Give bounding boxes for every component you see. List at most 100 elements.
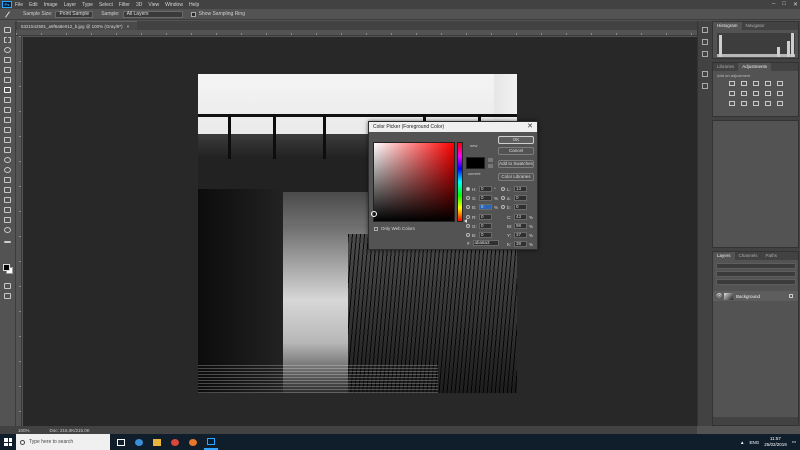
levels-icon[interactable] <box>741 81 747 86</box>
notifications-icon[interactable]: ▭ <box>792 439 796 445</box>
pen-tool-icon[interactable] <box>4 177 12 184</box>
zoom-tool-icon[interactable] <box>4 227 12 234</box>
yellow-input[interactable]: 37 <box>514 232 527 238</box>
hue-input[interactable]: 0 <box>479 186 492 192</box>
lab-l-radio[interactable] <box>501 187 505 191</box>
maximize-button[interactable]: □ <box>782 1 786 8</box>
menu-view[interactable]: View <box>148 2 159 8</box>
menu-help[interactable]: Help <box>189 2 199 8</box>
menu-type[interactable]: Type <box>82 2 93 8</box>
close-icon[interactable]: ✕ <box>527 122 533 132</box>
menu-window[interactable]: Window <box>165 2 183 8</box>
healing-brush-tool-icon[interactable] <box>4 97 12 104</box>
document-tab[interactable]: 5321542581_a9f6a8e012_b.jpg @ 100% (Gray… <box>17 21 137 30</box>
black-white-icon[interactable] <box>753 91 759 96</box>
photoshop-taskbar-icon[interactable] <box>204 434 218 450</box>
lab-a-radio[interactable] <box>501 196 505 200</box>
only-web-colors-checkbox[interactable] <box>374 226 378 231</box>
green-input[interactable]: 0 <box>479 223 492 229</box>
selective-color-icon[interactable] <box>777 101 783 106</box>
file-explorer-icon[interactable] <box>150 434 164 450</box>
dialog-titlebar[interactable]: Color Picker (Foreground Color) ✕ <box>369 122 537 132</box>
photoshop-logo-icon[interactable]: Ps <box>2 1 12 8</box>
taskbar-search-box[interactable]: Type here to search <box>16 434 110 450</box>
menu-file[interactable]: File <box>15 2 23 8</box>
sample-size-select[interactable]: Point Sample <box>55 10 94 18</box>
paragraph-panel-icon[interactable] <box>702 71 708 77</box>
screen-mode-icon[interactable] <box>4 293 12 300</box>
layer-row-background[interactable]: 👁 Background <box>713 291 798 301</box>
channel-mixer-icon[interactable] <box>777 91 783 96</box>
start-button[interactable] <box>0 434 16 450</box>
brightness-input[interactable]: 0 <box>479 204 492 210</box>
eye-icon[interactable]: 👁 <box>716 293 722 299</box>
brightness-radio[interactable] <box>466 205 470 209</box>
firefox-icon[interactable] <box>186 434 200 450</box>
blend-mode-bar[interactable] <box>716 271 796 277</box>
exposure-icon[interactable] <box>765 81 771 86</box>
saturation-input[interactable]: 0 <box>479 195 492 201</box>
character-panel-icon[interactable] <box>702 83 708 89</box>
chrome-icon[interactable] <box>168 434 182 450</box>
quick-select-tool-icon[interactable] <box>4 57 12 64</box>
hue-saturation-icon[interactable] <box>729 91 735 96</box>
red-input[interactable]: 0 <box>479 214 492 220</box>
language-indicator[interactable]: ENG <box>749 440 759 445</box>
cyan-input[interactable]: 43 <box>514 214 527 220</box>
ok-button[interactable]: OK <box>498 136 534 144</box>
hand-tool-icon[interactable] <box>4 217 12 224</box>
hex-input[interactable]: aba6a3 <box>472 240 499 246</box>
frame-tool-icon[interactable] <box>4 77 12 84</box>
history-brush-tool-icon[interactable] <box>4 127 12 134</box>
lab-l-input[interactable]: 13 <box>514 186 527 192</box>
add-to-swatches-button[interactable]: Add to Swatches <box>498 160 534 168</box>
taskbar-clock[interactable]: 11:57 25/02/2019 <box>764 436 787 448</box>
lock-bar[interactable] <box>716 279 796 285</box>
menu-layer[interactable]: Layer <box>64 2 77 8</box>
marquee-tool-icon[interactable] <box>4 37 12 44</box>
edge-icon[interactable] <box>132 434 146 450</box>
lab-a-input[interactable]: 0 <box>514 195 527 201</box>
network-icon[interactable]: ▲ <box>740 440 744 445</box>
magenta-input[interactable]: 98 <box>514 223 527 229</box>
path-selection-tool-icon[interactable] <box>4 197 12 204</box>
show-sampling-ring-checkbox[interactable] <box>190 11 196 17</box>
move-tool-icon[interactable] <box>4 27 12 34</box>
menu-edit[interactable]: Edit <box>29 2 38 8</box>
eraser-tool-icon[interactable] <box>4 137 12 144</box>
saturation-brightness-field[interactable] <box>371 142 455 222</box>
canvas-area[interactable] <box>23 37 697 426</box>
gamut-warning-icon[interactable] <box>488 158 493 162</box>
tab-libraries[interactable]: Libraries <box>713 63 738 71</box>
tab-navigator[interactable]: Navigator <box>742 22 769 30</box>
brightness-contrast-icon[interactable] <box>729 81 735 86</box>
threshold-icon[interactable] <box>753 101 759 106</box>
rectangle-tool-icon[interactable] <box>4 207 12 214</box>
green-radio[interactable] <box>466 224 470 228</box>
tab-histogram[interactable]: Histogram <box>713 22 742 30</box>
tab-layers[interactable]: Layers <box>713 252 735 260</box>
photo-filter-icon[interactable] <box>765 91 771 96</box>
type-tool-icon[interactable] <box>4 187 12 194</box>
foreground-color-swatch[interactable] <box>3 264 10 271</box>
color-field-cursor[interactable] <box>371 211 377 217</box>
eyedropper-icon[interactable] <box>4 11 11 18</box>
lasso-tool-icon[interactable] <box>4 47 12 54</box>
menu-3d[interactable]: 3D <box>136 2 142 8</box>
gradient-map-icon[interactable] <box>765 101 771 106</box>
curves-icon[interactable] <box>753 81 759 86</box>
blue-input[interactable]: 0 <box>479 232 492 238</box>
sample-select[interactable]: All Layers <box>122 10 183 18</box>
color-balance-icon[interactable] <box>741 91 747 96</box>
quick-mask-icon[interactable] <box>4 283 12 290</box>
minimize-button[interactable]: – <box>772 1 775 8</box>
hue-slider[interactable] <box>457 142 463 222</box>
lock-icon[interactable] <box>789 294 793 298</box>
menu-select[interactable]: Select <box>99 2 113 8</box>
tab-paths[interactable]: Paths <box>762 252 782 260</box>
properties-panel-icon[interactable] <box>702 51 708 57</box>
vibrance-icon[interactable] <box>777 81 783 86</box>
lab-b-radio[interactable] <box>501 205 505 209</box>
blur-tool-icon[interactable] <box>4 157 12 164</box>
red-radio[interactable] <box>466 215 470 219</box>
